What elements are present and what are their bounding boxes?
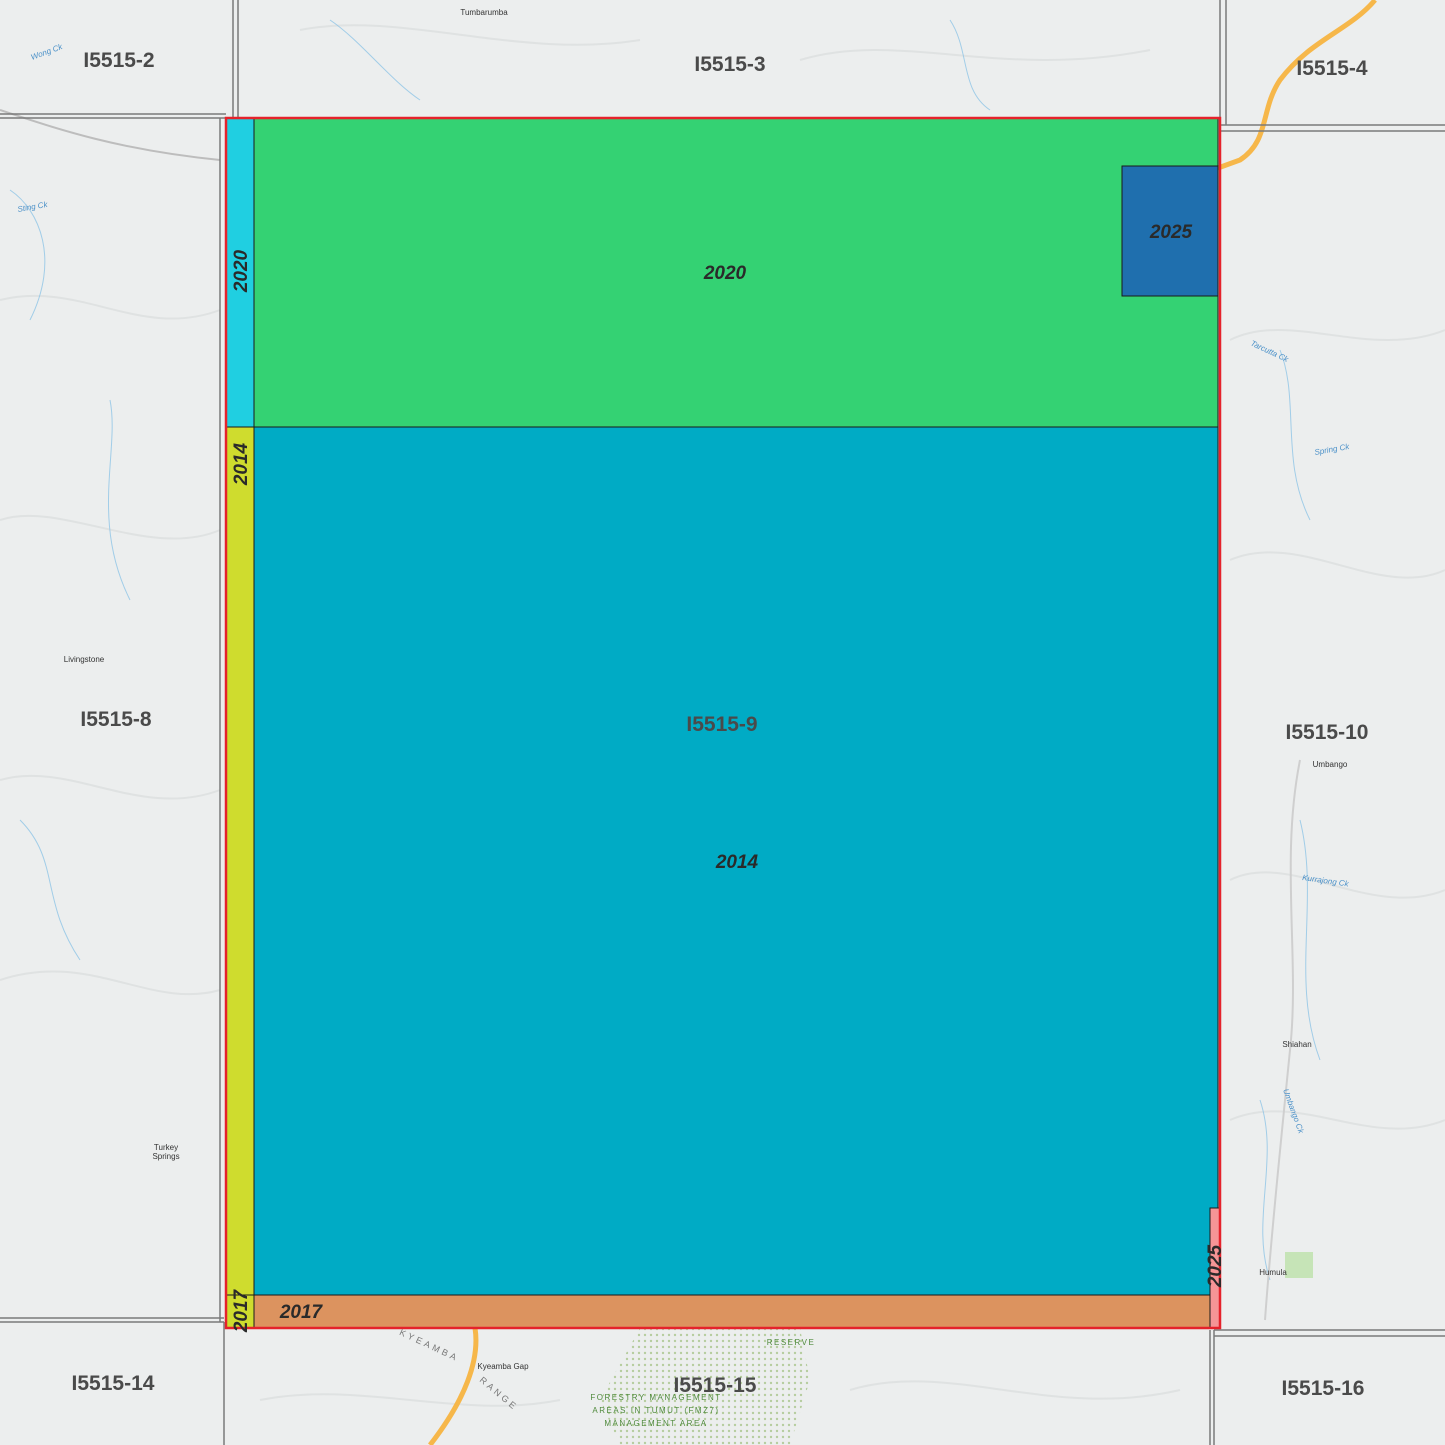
cleared-field (1285, 1252, 1313, 1278)
year-label-main: 2014 (715, 852, 759, 873)
year-label-left-strip: 2014 (231, 442, 252, 486)
place-label-shiahan: Shiahan (1282, 1040, 1311, 1049)
year-label-top-left-strip: 2020 (231, 249, 252, 293)
year-label-bottom-strip: 2017 (279, 1302, 324, 1323)
year-label-top-main: 2020 (703, 263, 747, 284)
place-label-tumbarumba: Tumbarumba (460, 8, 508, 17)
coverage-2017-bottom-strip[interactable] (253, 1294, 1211, 1329)
place-label-springs: Springs (152, 1152, 179, 1161)
tile-label-se: I5515-16 (1282, 1377, 1365, 1400)
tile-label-n: I5515-3 (694, 53, 765, 76)
year-label-bottom-left-corner: 2017 (231, 1288, 252, 1333)
place-label-umbango: Umbango (1313, 760, 1348, 769)
year-label-right-sliver: 2025 (1205, 1244, 1226, 1288)
tile-label-center: I5515-9 (686, 713, 757, 736)
year-label-corner-block: 2025 (1149, 222, 1193, 243)
tile-label-sw: I5515-14 (72, 1372, 155, 1395)
place-label-humula: Humula (1259, 1268, 1287, 1277)
tile-label-nw: I5515-2 (83, 49, 154, 72)
reserve-label: RESERVE (767, 1338, 816, 1347)
map-canvas[interactable]: I5515-2 I5515-3 I5515-4 I5515-8 I5515-9 … (0, 0, 1445, 1445)
tile-label-ne: I5515-4 (1296, 57, 1368, 80)
coverage-2014-left-strip[interactable] (225, 426, 255, 1296)
place-label-livingstone: Livingstone (64, 655, 105, 664)
fma-label-line1: FORESTRY MANAGEMENT (590, 1393, 721, 1402)
fma-label-line3: MANAGEMENT AREA (604, 1419, 707, 1428)
tile-label-e: I5515-10 (1286, 721, 1369, 744)
place-label-turkey: Turkey (154, 1143, 178, 1152)
place-label-kyeamba-gap: Kyeamba Gap (477, 1362, 529, 1371)
fma-label-line2: AREAS IN TUMUT (FMZ7) (592, 1406, 719, 1415)
tile-label-w: I5515-8 (80, 708, 152, 731)
